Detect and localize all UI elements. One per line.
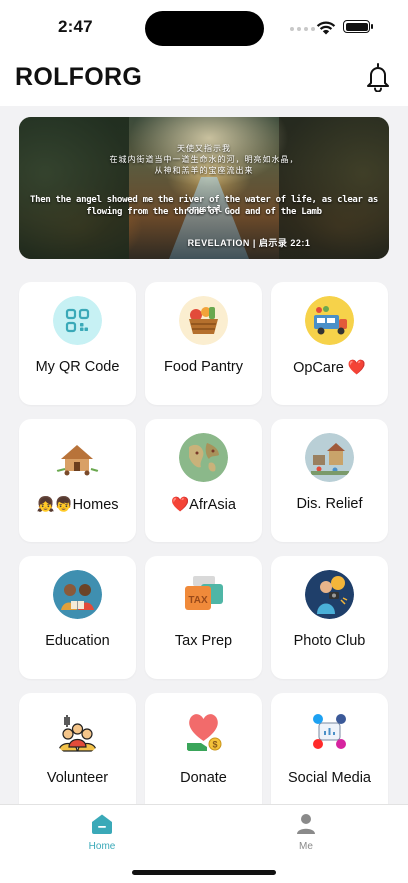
banner-chinese-line-1: 天使又指示我 (177, 144, 231, 153)
tile-opcare[interactable]: OpCare ❤️ (271, 282, 388, 405)
tile-label: OpCare ❤️ (293, 360, 366, 376)
tile-label: Volunteer (46, 770, 109, 786)
tile-education[interactable]: Education (19, 556, 136, 679)
home-icon (92, 814, 112, 834)
food-truck-icon (305, 296, 354, 345)
tile-label: Social Media (287, 770, 371, 786)
banner-chinese-line-2: 在城内街道当中一道生命水的河，明亮如水晶， (109, 155, 299, 164)
tile-my-qr-code[interactable]: My QR Code (19, 282, 136, 405)
social-media-icon (305, 707, 354, 756)
banner-english-line-2: flowing from the throne of God and of th… (86, 207, 322, 217)
tile-label: Food Pantry (164, 359, 243, 375)
tile-tax-prep[interactable]: TAX Tax Prep (145, 556, 262, 679)
donate-heart-icon: $ (179, 707, 228, 756)
tile-volunteer[interactable]: Volunteer (19, 693, 136, 816)
tab-home[interactable]: Home (62, 813, 142, 852)
village-huts-icon (53, 433, 102, 482)
person-icon (297, 814, 315, 834)
app-header: ROLFORG (0, 56, 408, 106)
svg-text:$: $ (212, 740, 217, 750)
map-globe-icon (179, 433, 228, 482)
tile-label: Dis. Relief (296, 496, 363, 512)
battery-icon (343, 20, 373, 33)
tile-label: My QR Code (35, 359, 120, 375)
tile-label: Donate (180, 770, 227, 786)
tile-label: Tax Prep (174, 633, 233, 649)
status-bar: 2:47 (0, 0, 408, 56)
tile-label: 👧👦Homes (36, 497, 119, 513)
volunteer-group-icon (53, 707, 102, 756)
photographer-icon (305, 570, 354, 619)
qr-code-icon (53, 296, 102, 345)
notification-bell-icon[interactable] (365, 62, 391, 92)
dynamic-island (145, 11, 264, 46)
disaster-relief-icon (305, 433, 354, 482)
cellular-signal-icon (290, 27, 315, 31)
tile-homes[interactable]: 👧👦Homes (19, 419, 136, 542)
banner-chinese-line-3: 从神和羔羊的宝座流出来 (154, 166, 254, 175)
svg-text:TAX: TAX (188, 595, 208, 606)
food-basket-icon (179, 296, 228, 345)
tile-label: ❤️AfrAsia (171, 497, 236, 513)
tile-photo-club[interactable]: Photo Club (271, 556, 388, 679)
wifi-icon (316, 21, 336, 35)
tile-dis-relief[interactable]: Dis. Relief (271, 419, 388, 542)
scripture-banner[interactable]: 天使又指示我 在城内街道当中一道生命水的河，明亮如水晶， 从神和羔羊的宝座流出来… (19, 117, 389, 259)
tab-me-label: Me (299, 841, 313, 852)
tile-social-media[interactable]: Social Media (271, 693, 388, 816)
status-time: 2:47 (58, 17, 93, 36)
tab-home-label: Home (88, 841, 116, 852)
tax-documents-icon: TAX (179, 570, 228, 619)
tile-label: Education (45, 633, 110, 649)
tab-me[interactable]: Me (266, 813, 346, 852)
app-title: ROLFORG (15, 63, 143, 91)
tile-food-pantry[interactable]: Food Pantry (145, 282, 262, 405)
tile-label: Photo Club (293, 633, 366, 649)
tile-afrasia[interactable]: ❤️AfrAsia (145, 419, 262, 542)
home-indicator (132, 870, 276, 875)
children-education-icon (53, 570, 102, 619)
banner-reference: REVELATION | 启示录 22:1 (187, 238, 311, 248)
tile-donate[interactable]: $ Donate (145, 693, 262, 816)
